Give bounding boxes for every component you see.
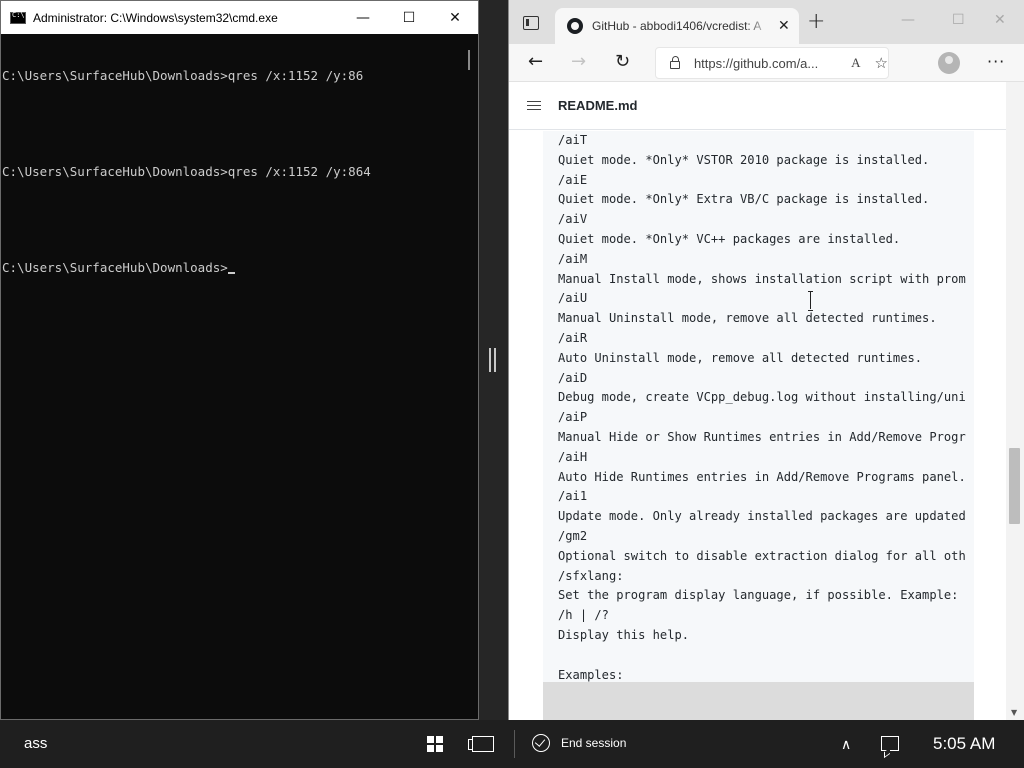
check-circle-icon <box>532 734 550 752</box>
more-options-button[interactable]: ··· <box>987 52 1005 71</box>
list-icon[interactable] <box>527 100 541 111</box>
text-cursor <box>227 272 235 274</box>
cmd-titlebar[interactable]: Administrator: C:\Windows\system32\cmd.e… <box>1 1 478 34</box>
tab-title: GitHub - abbodi1406/vcredist: A <box>592 19 762 33</box>
notifications-icon[interactable] <box>881 736 899 751</box>
cmd-title: Administrator: C:\Windows\system32\cmd.e… <box>33 10 278 25</box>
web-page[interactable]: README.md /aiT Quiet mode. *Only* VSTOR 2… <box>509 82 1024 720</box>
code-line: /aiM <box>558 251 588 266</box>
browser-close-button[interactable]: ✕ <box>994 12 1006 28</box>
tab-actions-icon[interactable] <box>523 16 539 30</box>
snap-splitter-handle[interactable] <box>489 348 497 372</box>
code-line: /aiH <box>558 449 588 464</box>
browser-window[interactable]: GitHub - abbodi1406/vcredist: A ✕ + — ☐ … <box>508 0 1024 720</box>
favorite-star-icon[interactable]: ☆ <box>875 54 888 72</box>
text-cursor-ibeam-icon <box>808 291 813 311</box>
tab-github[interactable]: GitHub - abbodi1406/vcredist: A ✕ <box>555 8 799 44</box>
show-hidden-icons-chevron-icon[interactable]: ∧ <box>841 736 851 753</box>
code-line: Quiet mode. *Only* Extra VB/C package is… <box>558 192 930 207</box>
address-bar[interactable]: https://github.com/a... A ☆ <box>655 47 889 79</box>
code-line: Display this help. <box>558 627 690 642</box>
profile-avatar[interactable] <box>938 52 960 74</box>
refresh-button[interactable]: ↻ <box>615 53 630 71</box>
code-line: Quiet mode. *Only* VC++ packages are ins… <box>558 231 901 246</box>
console-line: C:\Users\SurfaceHub\Downloads>qres /x:11… <box>2 68 364 83</box>
code-line: Quiet mode. *Only* VSTOR 2010 package is… <box>558 152 930 167</box>
end-session-button[interactable]: End session <box>532 734 626 752</box>
code-lines: /aiT Quiet mode. *Only* VSTOR 2010 packag… <box>543 131 974 685</box>
code-line: /aiT <box>558 133 588 147</box>
forward-button[interactable]: → <box>571 53 586 71</box>
browser-toolbar: ← → ↻ https://github.com/a... A ☆ ··· <box>509 44 1024 82</box>
taskbar-search-text[interactable]: ass <box>24 735 47 752</box>
cmd-console[interactable]: C:\Users\SurfaceHub\Downloads>qres /x:11… <box>1 34 462 719</box>
new-tab-button[interactable]: + <box>807 11 825 33</box>
code-line: /aiE <box>558 172 588 187</box>
code-line: Optional switch to disable extraction di… <box>558 548 966 563</box>
code-line: Manual Install mode, shows installation … <box>558 271 966 286</box>
code-line: /aiR <box>558 330 588 345</box>
code-line: /sfxlang: <box>558 568 624 583</box>
tab-close-button[interactable]: ✕ <box>778 18 790 34</box>
cmd-close-button[interactable]: ✕ <box>432 1 478 34</box>
browser-minimize-button[interactable]: — <box>901 12 915 28</box>
cmd-app-icon <box>10 11 26 24</box>
page-scrollbar[interactable]: ▼ <box>1006 82 1024 720</box>
console-prompt-line: C:\Users\SurfaceHub\Downloads> <box>2 260 462 276</box>
code-line: /aiP <box>558 410 588 425</box>
back-button[interactable]: ← <box>528 53 543 71</box>
taskbar-divider <box>514 730 515 758</box>
code-line: Update mode. Only already installed pack… <box>558 509 966 524</box>
cmd-scrollbar-thumb[interactable] <box>468 50 470 70</box>
start-windows-icon[interactable] <box>427 736 443 752</box>
code-line: /gm2 <box>558 528 588 543</box>
code-horizontal-scrollbar[interactable] <box>543 682 974 720</box>
code-line: Auto Uninstall mode, remove all detected… <box>558 350 923 365</box>
end-session-label: End session <box>561 736 627 750</box>
console-line: C:\Users\SurfaceHub\Downloads>qres /x:11… <box>2 164 371 179</box>
cmd-maximize-button[interactable]: ☐ <box>386 1 432 34</box>
code-line: /aiV <box>558 212 588 227</box>
github-icon <box>567 18 583 34</box>
readme-title: README.md <box>558 98 638 113</box>
code-block: /aiT Quiet mode. *Only* VSTOR 2010 packag… <box>543 131 974 720</box>
code-line: /h | /? <box>558 608 609 623</box>
scroll-down-arrow-icon[interactable]: ▼ <box>1011 708 1017 717</box>
cmd-scrollbar[interactable] <box>462 34 478 719</box>
taskbar-clock[interactable]: 5:05 AM <box>933 734 995 754</box>
console-prompt: C:\Users\SurfaceHub\Downloads> <box>2 260 228 275</box>
code-line: /aiU <box>558 291 588 306</box>
task-view-icon[interactable] <box>468 736 494 752</box>
code-line: Set the program display language, if pos… <box>558 588 959 603</box>
browser-tabbar[interactable]: GitHub - abbodi1406/vcredist: A ✕ + — ☐ … <box>509 0 1024 44</box>
code-line: Manual Hide or Show Runtimes entries in … <box>558 429 966 444</box>
cmd-window[interactable]: Administrator: C:\Windows\system32\cmd.e… <box>0 0 479 720</box>
page-scrollbar-thumb[interactable] <box>1009 448 1020 524</box>
url-text[interactable]: https://github.com/a... <box>694 56 835 71</box>
code-line: Auto Hide Runtimes entries in Add/Remove… <box>558 469 966 484</box>
code-line: /aiD <box>558 370 588 385</box>
browser-maximize-button[interactable]: ☐ <box>952 12 965 28</box>
lock-icon[interactable] <box>670 56 680 69</box>
code-line: Debug mode, create VCpp_debug.log withou… <box>558 390 966 405</box>
readme-header: README.md <box>509 82 1024 130</box>
code-line: /ai1 <box>558 489 588 504</box>
read-aloud-icon[interactable]: A <box>851 55 860 71</box>
cmd-minimize-button[interactable]: — <box>340 1 386 34</box>
taskbar: ass End session ∧ 5:05 AM <box>0 720 1024 768</box>
desktop: Administrator: C:\Windows\system32\cmd.e… <box>0 0 1024 768</box>
code-line: Manual Uninstall mode, remove all detect… <box>558 311 937 326</box>
